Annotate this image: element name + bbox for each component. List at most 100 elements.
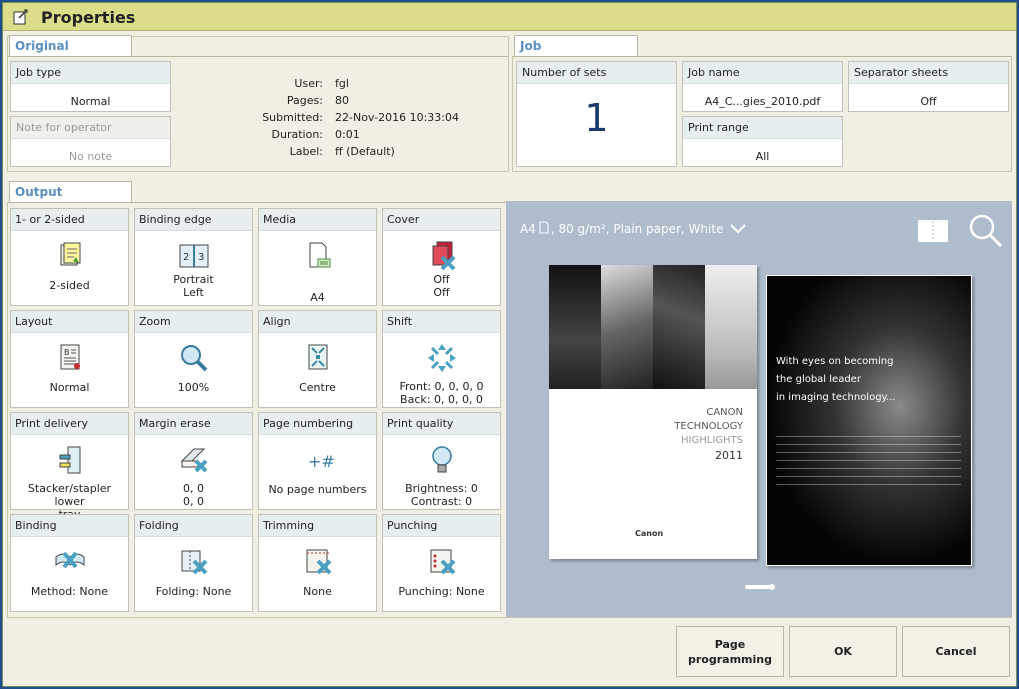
page-view-icon[interactable] (916, 218, 950, 244)
ok-button[interactable]: OK (789, 626, 897, 677)
tile-punching[interactable]: Punching Punching: None (382, 514, 501, 612)
punching-icon (430, 549, 456, 575)
number-of-sets-panel[interactable]: Number of sets 1 (516, 61, 677, 167)
separator-sheets-value: Off (920, 95, 937, 108)
job-name-value: A4_C...gies_2010.pdf (704, 95, 821, 108)
tile-label: Print quality (383, 413, 500, 435)
cover-line-3: HIGHLIGHTS (681, 435, 743, 446)
tile-print-delivery[interactable]: Print delivery Stacker/stapler lower tra… (10, 412, 129, 521)
job-type-value: Normal (70, 95, 111, 108)
info-value-duration: 0:01 (335, 128, 360, 141)
tile-value: Method: None (30, 585, 109, 598)
tile-binding-edge[interactable]: Binding edge 2 3 Portrait Left (134, 208, 253, 306)
cover-line-2: TECHNOLOGY (674, 421, 743, 432)
back-body-text (776, 436, 961, 486)
chevron-down-icon[interactable] (729, 223, 747, 235)
back-line-1: With eyes on becoming (776, 356, 894, 367)
tile-align[interactable]: Align Centre (258, 310, 377, 408)
front-page-preview[interactable]: CANON TECHNOLOGY HIGHLIGHTS 2011 Canon (549, 265, 757, 559)
binding-icon (55, 551, 85, 569)
number-of-sets-label: Number of sets (517, 62, 676, 84)
tile-label: Trimming (259, 515, 376, 537)
tile-label: Media (259, 209, 376, 231)
page-numbering-icon: +# (308, 452, 335, 471)
back-page-preview[interactable]: With eyes on becoming the global leader … (766, 275, 972, 566)
job-type-panel[interactable]: Job type Normal (10, 61, 171, 112)
two-sided-icon (60, 242, 81, 266)
binding-edge-icon: 2 3 (179, 244, 209, 268)
window-title: Properties (41, 8, 136, 27)
tile-value: Normal (49, 381, 90, 394)
tile-two-sided[interactable]: 1- or 2-sided 2-sided (10, 208, 129, 306)
job-name-panel[interactable]: Job name A4_C...gies_2010.pdf (682, 61, 843, 112)
info-value-submitted: 22-Nov-2016 10:33:04 (335, 111, 460, 124)
print-quality-icon (432, 446, 452, 473)
tile-label: Cover (383, 209, 500, 231)
properties-window: Properties Original Job type Normal Note… (2, 2, 1017, 687)
layout-icon: B (60, 344, 80, 370)
note-label: Note for operator (11, 117, 170, 139)
magnifier-icon[interactable] (968, 213, 1004, 249)
cover-line-4: 2011 (715, 449, 743, 462)
canon-logo: Canon (635, 529, 664, 538)
tab-job[interactable]: Job (514, 35, 638, 56)
tile-value: Portrait Left (173, 273, 214, 299)
tab-output[interactable]: Output (9, 181, 132, 202)
print-range-panel[interactable]: Print range All (682, 116, 843, 167)
tile-value: A4 (310, 291, 325, 304)
tile-shift[interactable]: Shift Front: 0, 0, 0, 0 Back: 0, 0, 0, 0 (382, 310, 501, 408)
print-range-label: Print range (683, 117, 842, 139)
tile-binding[interactable]: Binding Method: None (10, 514, 129, 612)
align-icon (308, 344, 328, 370)
separator-sheets-panel[interactable]: Separator sheets Off (848, 61, 1009, 112)
tile-label: Page numbering (259, 413, 376, 435)
svg-text:B: B (64, 348, 70, 357)
folding-icon (181, 550, 208, 575)
tile-label: Margin erase (135, 413, 252, 435)
tile-label: Print delivery (11, 413, 128, 435)
print-range-value: All (755, 150, 770, 163)
cover-icon (432, 241, 456, 271)
print-preview: A4 , 80 g/m², Plain paper, White CANON T… (506, 201, 1012, 617)
tile-cover[interactable]: Cover Off Off (382, 208, 501, 306)
cancel-button[interactable]: Cancel (902, 626, 1010, 677)
tab-original[interactable]: Original (9, 35, 132, 56)
tile-label: Binding (11, 515, 128, 537)
job-name-label: Job name (683, 62, 842, 84)
tile-label: Binding edge (135, 209, 252, 231)
tile-layout[interactable]: Layout B Normal (10, 310, 129, 408)
tile-margin-erase[interactable]: Margin erase 0, 0 0, 0 (134, 412, 253, 510)
page-programming-button[interactable]: Page programming (676, 626, 784, 677)
margin-erase-icon (180, 448, 208, 473)
tile-folding[interactable]: Folding Folding: None (134, 514, 253, 612)
tile-media[interactable]: Media A4 (258, 208, 377, 306)
tile-value: 2-sided (49, 279, 90, 292)
shift-icon (428, 344, 456, 372)
note-value: No note (68, 150, 113, 163)
svg-text:3: 3 (198, 252, 204, 263)
info-label-user: User: (294, 77, 323, 90)
tile-zoom[interactable]: Zoom 100% (134, 310, 253, 408)
tile-value: Off Off (433, 273, 450, 299)
job-type-label: Job type (11, 62, 170, 84)
media-icon (309, 242, 331, 268)
note-panel: Note for operator No note (10, 116, 171, 167)
tile-value: 0, 0 0, 0 (183, 482, 204, 508)
info-value-user: fgl (335, 77, 349, 90)
info-value-pages: 80 (335, 94, 349, 107)
print-delivery-icon (59, 446, 81, 474)
tile-value: Punching: None (398, 585, 485, 598)
pager-indicator[interactable] (743, 582, 777, 592)
media-summary[interactable]: A4 , 80 g/m², Plain paper, White (520, 221, 747, 236)
tile-label: Layout (11, 311, 128, 333)
info-value-label: ff (Default) (335, 145, 395, 158)
tile-value: Front: 0, 0, 0, 0 Back: 0, 0, 0, 0 (399, 380, 484, 406)
tile-value: Folding: None (155, 585, 232, 598)
tile-value: Brightness: 0 Contrast: 0 (405, 482, 478, 508)
tile-print-quality[interactable]: Print quality Brightness: 0 Contrast: 0 (382, 412, 501, 510)
tile-page-numbering[interactable]: Page numbering +# No page numbers (258, 412, 377, 510)
info-label-pages: Pages: (286, 94, 323, 107)
info-label-duration: Duration: (271, 128, 323, 141)
tile-trimming[interactable]: Trimming None (258, 514, 377, 612)
info-label-label: Label: (289, 145, 323, 158)
